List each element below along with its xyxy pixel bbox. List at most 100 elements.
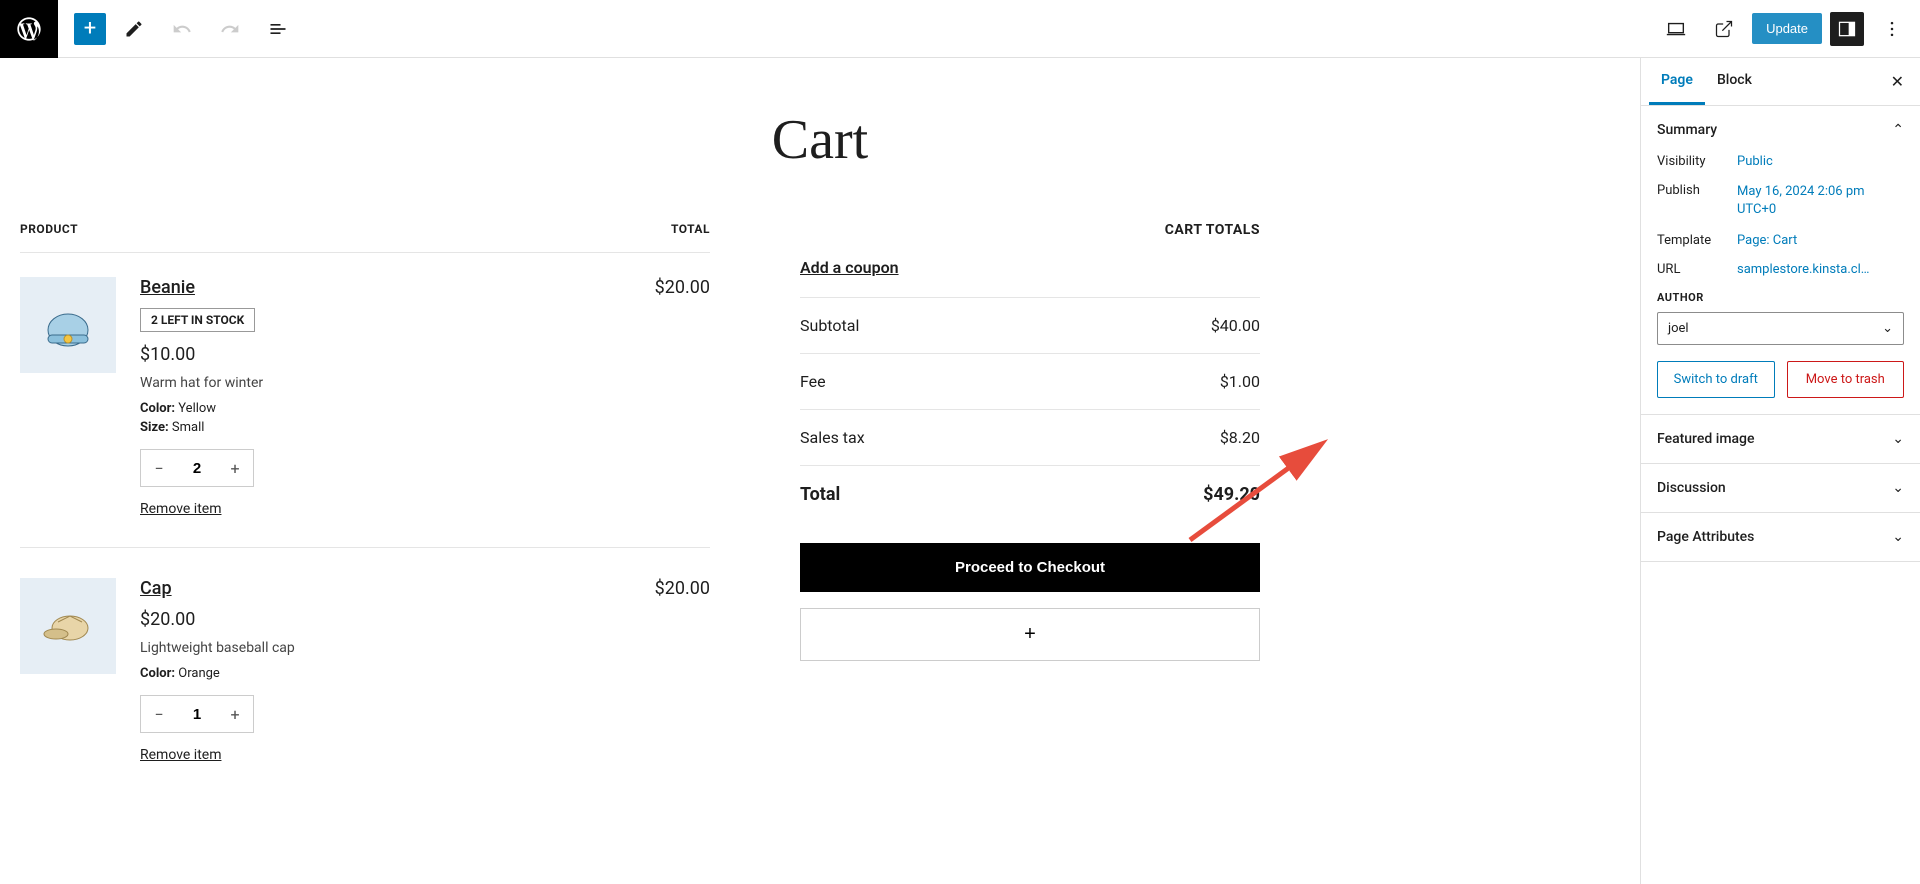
grand-total-label: Total — [800, 484, 840, 505]
totals-row: Fee$1.00 — [800, 354, 1260, 410]
totals-row-value: $1.00 — [1220, 372, 1260, 391]
quantity-stepper: − + — [140, 695, 254, 733]
cart-row: Beanie 2 LEFT IN STOCK $10.00 Warm hat f… — [20, 277, 710, 548]
chevron-up-icon: ⌃ — [1892, 122, 1904, 138]
totals-row: Sales tax $8.20 — [800, 410, 1260, 466]
redo-icon — [220, 19, 240, 39]
tab-block[interactable]: Block — [1705, 58, 1764, 105]
product-price: $10.00 — [140, 344, 631, 365]
document-overview-button[interactable] — [258, 9, 298, 49]
product-description: Warm hat for winter — [140, 375, 631, 391]
header-product: PRODUCT — [20, 222, 78, 236]
visibility-value[interactable]: Public — [1737, 154, 1773, 169]
product-price: $20.00 — [140, 609, 631, 630]
cart-totals-title: CART TOTALS — [800, 222, 1260, 238]
qty-decrease-button[interactable]: − — [141, 696, 177, 732]
options-button[interactable] — [1872, 9, 1912, 49]
template-value[interactable]: Page: Cart — [1737, 233, 1797, 248]
wordpress-logo[interactable] — [0, 0, 58, 58]
undo-button — [162, 9, 202, 49]
switch-to-draft-button[interactable]: Switch to draft — [1657, 361, 1775, 398]
totals-row-label: Subtotal — [800, 316, 859, 335]
totals-row-label: Sales tax — [800, 428, 865, 447]
list-icon — [268, 19, 288, 39]
product-description: Lightweight baseball cap — [140, 640, 631, 656]
settings-panel-toggle[interactable] — [1830, 12, 1864, 46]
meta-value: Small — [172, 420, 205, 435]
page-attributes-panel[interactable]: Page Attributes ⌄ — [1641, 513, 1920, 561]
remove-item-link[interactable]: Remove item — [140, 501, 631, 517]
url-value[interactable]: samplestore.kinsta.cl… — [1737, 262, 1869, 277]
qty-increase-button[interactable]: + — [217, 696, 253, 732]
remove-item-link[interactable]: Remove item — [140, 747, 631, 763]
product-name-link[interactable]: Cap — [140, 578, 172, 599]
editor-canvas[interactable]: Cart PRODUCT TOTAL Beanie 2 LEFT IN STOC… — [0, 58, 1640, 884]
page-title[interactable]: Cart — [20, 108, 1620, 172]
product-image[interactable] — [20, 277, 116, 373]
header-total: TOTAL — [671, 222, 710, 236]
close-sidebar-button[interactable]: ✕ — [1883, 64, 1912, 99]
product-meta: Size: Small — [140, 420, 631, 435]
move-to-trash-button[interactable]: Move to trash — [1787, 361, 1905, 398]
author-select[interactable]: joel ⌄ — [1657, 312, 1904, 345]
chevron-down-icon: ⌄ — [1892, 529, 1904, 545]
totals-row: Subtotal $40.00 — [800, 298, 1260, 354]
qty-decrease-button[interactable]: − — [141, 450, 177, 486]
settings-sidebar: Page Block ✕ Summary ⌃ VisibilityPublic … — [1640, 58, 1920, 884]
add-block-inline-button[interactable]: + — [800, 608, 1260, 661]
redo-button — [210, 9, 250, 49]
summary-label: Summary — [1657, 122, 1717, 138]
preview-button[interactable] — [1704, 9, 1744, 49]
wordpress-icon — [15, 15, 43, 43]
external-link-icon — [1714, 19, 1734, 39]
publish-label: Publish — [1657, 183, 1737, 219]
meta-label: Color: — [140, 401, 175, 416]
totals-row-value: $8.20 — [1220, 428, 1260, 447]
chevron-down-icon: ⌄ — [1892, 480, 1904, 496]
visibility-label: Visibility — [1657, 154, 1737, 169]
totals-row-value: $40.00 — [1211, 316, 1260, 335]
featured-label: Featured image — [1657, 431, 1755, 447]
product-image[interactable] — [20, 578, 116, 674]
meta-label: Size: — [140, 420, 169, 435]
featured-image-panel[interactable]: Featured image ⌄ — [1641, 415, 1920, 463]
product-meta: Color: Orange — [140, 666, 631, 681]
attributes-label: Page Attributes — [1657, 529, 1754, 545]
qty-increase-button[interactable]: + — [217, 450, 253, 486]
stock-badge: 2 LEFT IN STOCK — [140, 308, 255, 332]
meta-value: Orange — [178, 666, 220, 681]
checkout-button[interactable]: Proceed to Checkout — [800, 543, 1260, 592]
tab-page[interactable]: Page — [1649, 58, 1705, 105]
publish-value[interactable]: May 16, 2024 2:06 pm UTC+0 — [1737, 183, 1904, 219]
update-button[interactable]: Update — [1752, 13, 1822, 44]
author-label: AUTHOR — [1657, 291, 1904, 304]
tools-icon[interactable] — [114, 9, 154, 49]
discussion-panel[interactable]: Discussion ⌄ — [1641, 464, 1920, 512]
line-total: $20.00 — [655, 277, 710, 517]
cart-row: Cap $20.00 Lightweight baseball cap Colo… — [20, 578, 710, 793]
url-label: URL — [1657, 262, 1737, 277]
laptop-icon — [1665, 18, 1687, 40]
chevron-down-icon: ⌄ — [1892, 431, 1904, 447]
author-value: joel — [1668, 321, 1689, 336]
discussion-label: Discussion — [1657, 480, 1726, 496]
line-total: $20.00 — [655, 578, 710, 763]
qty-input[interactable] — [177, 706, 217, 723]
add-coupon-link[interactable]: Add a coupon — [800, 258, 1260, 298]
meta-label: Color: — [140, 666, 175, 681]
grand-total-value: $49.20 — [1203, 484, 1260, 505]
sidebar-icon — [1837, 19, 1857, 39]
product-name-link[interactable]: Beanie — [140, 277, 195, 298]
product-meta: Color: Yellow — [140, 401, 631, 416]
meta-value: Yellow — [178, 401, 216, 416]
view-button[interactable] — [1656, 9, 1696, 49]
dots-vertical-icon — [1882, 19, 1902, 39]
summary-panel-header[interactable]: Summary ⌃ — [1641, 106, 1920, 154]
qty-input[interactable] — [177, 460, 217, 477]
chevron-down-icon: ⌄ — [1882, 321, 1893, 336]
template-label: Template — [1657, 233, 1737, 248]
undo-icon — [172, 19, 192, 39]
pencil-icon — [124, 19, 144, 39]
add-block-button[interactable]: + — [74, 13, 106, 45]
quantity-stepper: − + — [140, 449, 254, 487]
